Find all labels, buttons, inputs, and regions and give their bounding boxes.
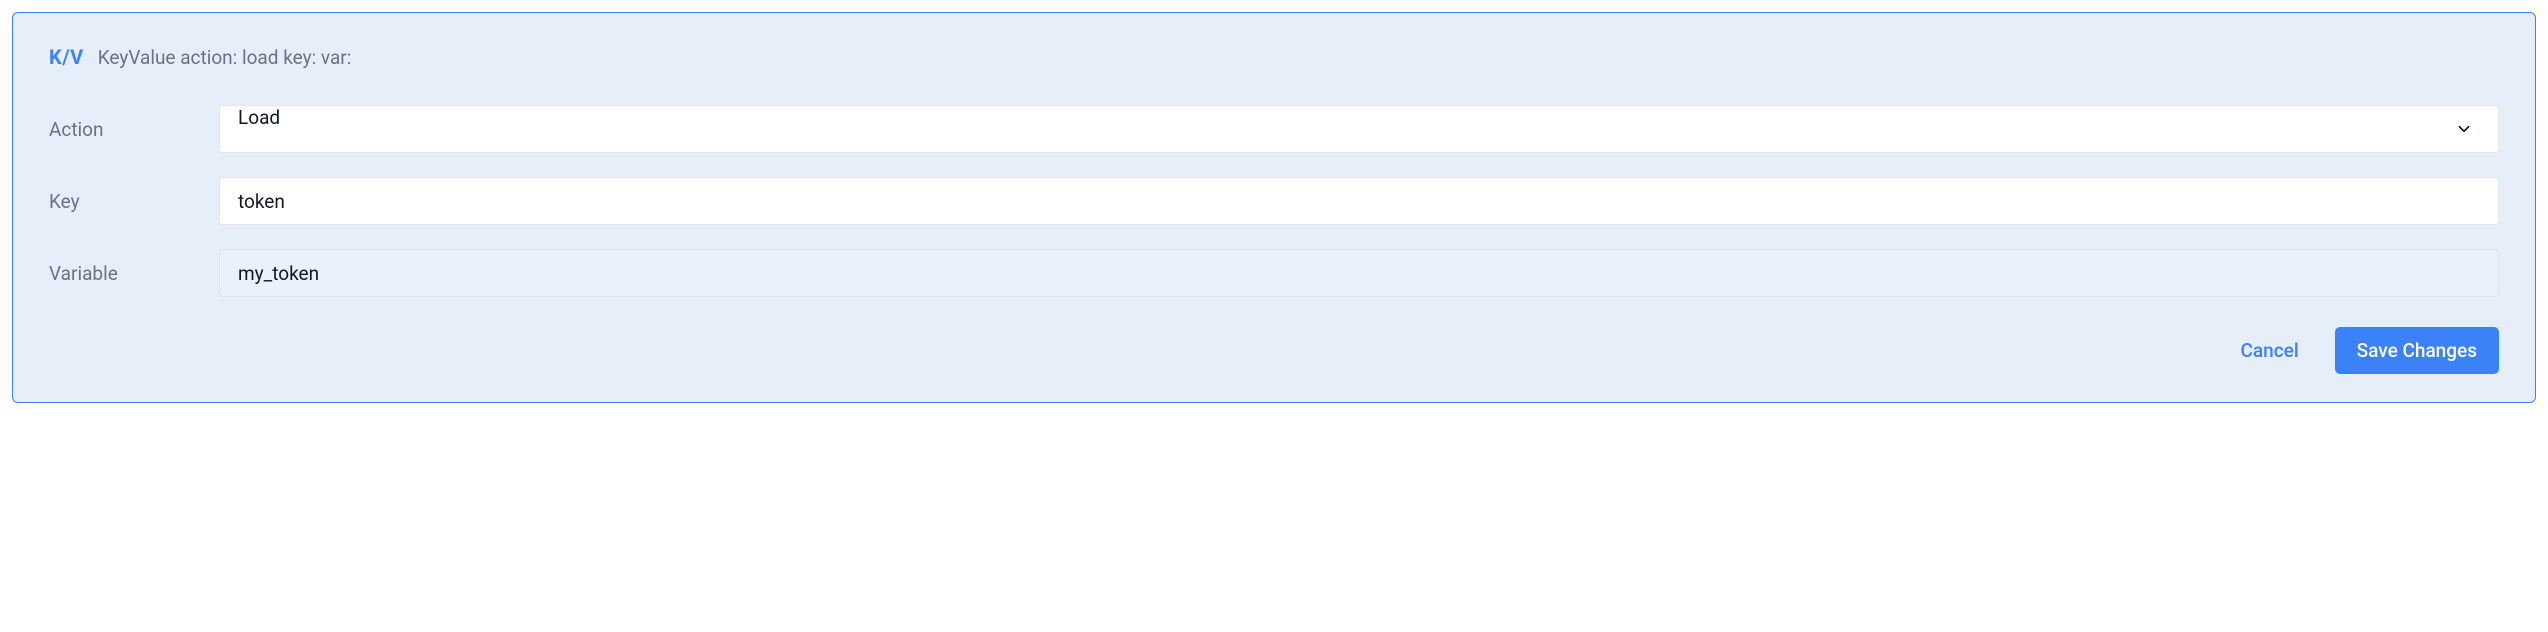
action-label: Action bbox=[49, 118, 219, 141]
header-description: KeyValue action: load key: var: bbox=[98, 46, 352, 69]
variable-label: Variable bbox=[49, 262, 219, 285]
action-select[interactable]: Load bbox=[219, 105, 2499, 153]
key-control-wrap bbox=[219, 177, 2499, 225]
save-button[interactable]: Save Changes bbox=[2335, 327, 2499, 374]
variable-input[interactable] bbox=[219, 249, 2499, 297]
variable-control-wrap bbox=[219, 249, 2499, 297]
variable-row: Variable bbox=[49, 249, 2499, 297]
key-row: Key bbox=[49, 177, 2499, 225]
cancel-button[interactable]: Cancel bbox=[2237, 329, 2303, 372]
action-control-wrap: Load bbox=[219, 105, 2499, 153]
key-label: Key bbox=[49, 190, 219, 213]
key-input[interactable] bbox=[219, 177, 2499, 225]
action-row: Action Load bbox=[49, 105, 2499, 153]
card-footer: Cancel Save Changes bbox=[49, 327, 2499, 374]
card-header: K/V KeyValue action: load key: var: bbox=[49, 45, 2499, 69]
keyvalue-card: K/V KeyValue action: load key: var: Acti… bbox=[12, 12, 2536, 403]
kv-badge: K/V bbox=[49, 45, 84, 69]
